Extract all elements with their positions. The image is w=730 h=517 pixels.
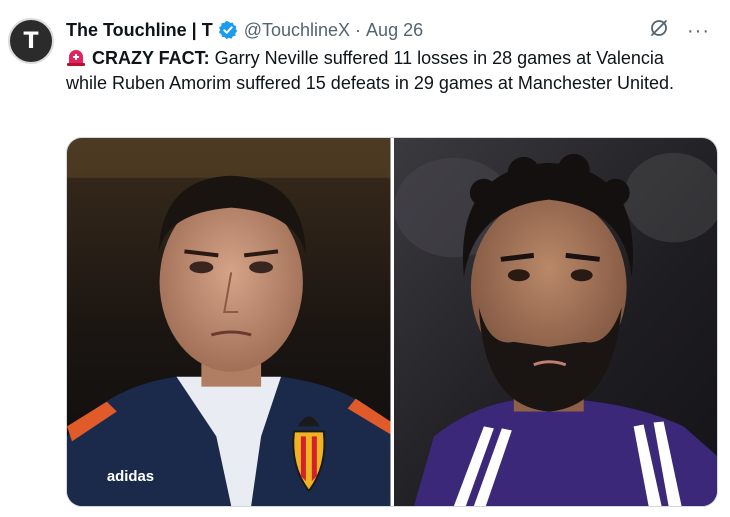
verified-badge-icon bbox=[218, 20, 238, 40]
adidas-logo-text: adidas bbox=[107, 468, 154, 485]
tweet-header: The Touchline | T @TouchlineX · Aug 26 ·… bbox=[66, 18, 710, 42]
avatar[interactable]: T bbox=[8, 18, 54, 64]
display-name[interactable]: The Touchline | T bbox=[66, 20, 213, 41]
tweet-date[interactable]: Aug 26 bbox=[366, 20, 423, 41]
photo-right[interactable] bbox=[393, 138, 717, 506]
avatar-logo-letter: T bbox=[23, 28, 39, 54]
photo-left[interactable]: adidas bbox=[67, 138, 391, 506]
user-handle[interactable]: @TouchlineX bbox=[244, 20, 350, 41]
siren-icon bbox=[66, 49, 86, 67]
tweet-text-highlight: CRAZY FACT: bbox=[92, 48, 210, 68]
tweet-media[interactable]: adidas bbox=[66, 137, 718, 507]
more-icon[interactable]: ··· bbox=[687, 21, 710, 41]
tweet-text: CRAZY FACT: Garry Neville suffered 11 lo… bbox=[66, 46, 706, 96]
header-actions: ··· bbox=[649, 18, 710, 43]
separator-dot: · bbox=[355, 19, 362, 40]
grok-icon[interactable] bbox=[649, 18, 669, 43]
